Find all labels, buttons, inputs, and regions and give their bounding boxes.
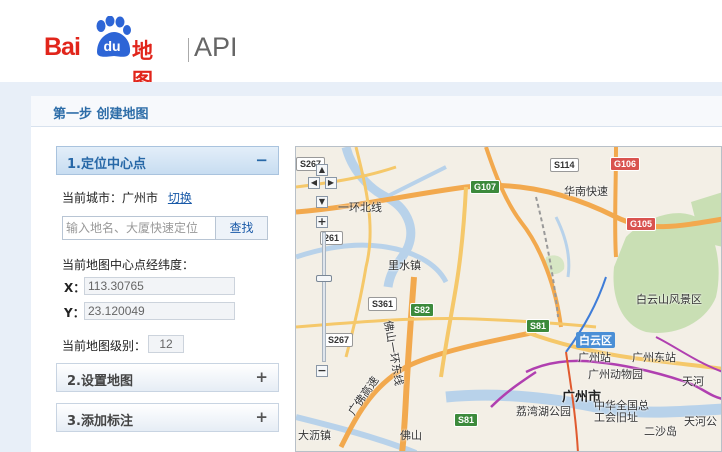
y-label: Y： bbox=[64, 306, 85, 320]
road-shield: S82 bbox=[410, 303, 435, 317]
location-search-input[interactable] bbox=[62, 216, 216, 240]
center-coords-label: 当前地图中心点经纬度： bbox=[62, 258, 195, 272]
section-locate-center-header[interactable]: 1.定位中心点 − bbox=[56, 146, 279, 175]
road-shield: G107 bbox=[470, 180, 501, 194]
step-title: 第一步 创建地图 bbox=[53, 107, 149, 122]
road-shield: S81 bbox=[454, 413, 479, 427]
step-title-bar: 第一步 创建地图 bbox=[31, 96, 722, 127]
zoom-slider-track[interactable] bbox=[322, 232, 326, 362]
map-label-road: 华南快速 bbox=[564, 185, 608, 198]
map-label-town: 大沥镇 bbox=[298, 429, 331, 442]
section-add-marker-header[interactable]: 3.添加标注 + bbox=[56, 403, 279, 432]
map-label-town: 佛山 bbox=[400, 429, 422, 442]
map-label-station: 广州东站 bbox=[632, 351, 676, 364]
pan-right-button[interactable]: ▶ bbox=[325, 177, 337, 189]
switch-city-link[interactable]: 切换 bbox=[168, 191, 192, 205]
road-shield: G105 bbox=[626, 217, 657, 231]
map-label-station: 广州站 bbox=[578, 351, 611, 364]
x-label: X： bbox=[64, 281, 86, 295]
map-label-poi: 中华全国总工会旧址 bbox=[594, 399, 649, 424]
map-label-road: 一环北线 bbox=[338, 201, 382, 214]
current-city-label: 当前城市： bbox=[62, 191, 123, 205]
latitude-field[interactable]: 23.120049 bbox=[84, 302, 235, 320]
map-canvas[interactable]: 一环北线 里水镇 华南快速 白云山风景区 白云区 广州站 广州东站 广州动物园 … bbox=[295, 146, 722, 452]
map-label-area: 天河 bbox=[682, 375, 704, 388]
road-shield: S267 bbox=[324, 333, 354, 347]
pan-left-button[interactable]: ◀ bbox=[308, 177, 320, 189]
zoom-slider-thumb[interactable] bbox=[316, 275, 332, 282]
collapse-icon: − bbox=[255, 151, 268, 169]
road-shield: S81 bbox=[526, 319, 551, 333]
road-shield: S114 bbox=[550, 158, 579, 172]
road-shield: G106 bbox=[610, 157, 641, 171]
zoom-in-button[interactable]: + bbox=[316, 216, 328, 228]
map-label-park: 荔湾湖公园 bbox=[516, 405, 571, 418]
map-label-district: 白云区 bbox=[576, 332, 615, 348]
logo-text-api: API bbox=[194, 32, 238, 62]
zoom-level-field[interactable]: 12 bbox=[148, 335, 184, 353]
section-set-map-header[interactable]: 2.设置地图 + bbox=[56, 363, 279, 392]
map-label-park: 天河公 bbox=[684, 415, 717, 428]
section-label: 3.添加标注 bbox=[67, 414, 133, 429]
zoom-out-button[interactable]: − bbox=[316, 365, 328, 377]
map-label-town: 里水镇 bbox=[388, 259, 421, 272]
header: Bai du 地图 API bbox=[0, 0, 722, 93]
zoom-level-label: 当前地图级别： bbox=[62, 339, 147, 353]
section-label: 1.定位中心点 bbox=[67, 157, 146, 172]
logo-text-bai: Bai bbox=[44, 33, 81, 61]
section-label: 2.设置地图 bbox=[67, 374, 133, 389]
logo-text-du: du bbox=[103, 38, 121, 54]
map-label-poi: 广州动物园 bbox=[588, 368, 643, 381]
road-shield: S361 bbox=[368, 297, 398, 311]
current-city-row: 当前城市：广州市 切换 bbox=[62, 189, 192, 206]
map-label-park: 白云山风景区 bbox=[636, 293, 702, 306]
logo-separator bbox=[188, 38, 189, 62]
expand-icon: + bbox=[255, 408, 268, 426]
longitude-field[interactable]: 113.30765 bbox=[84, 277, 235, 295]
current-city-value: 广州市 bbox=[122, 191, 159, 205]
pan-up-button[interactable]: ▲ bbox=[316, 164, 328, 176]
expand-icon: + bbox=[255, 368, 268, 386]
search-button[interactable]: 查找 bbox=[215, 216, 268, 240]
map-label-island: 二沙岛 bbox=[644, 425, 677, 438]
pan-down-button[interactable]: ▼ bbox=[316, 196, 328, 208]
